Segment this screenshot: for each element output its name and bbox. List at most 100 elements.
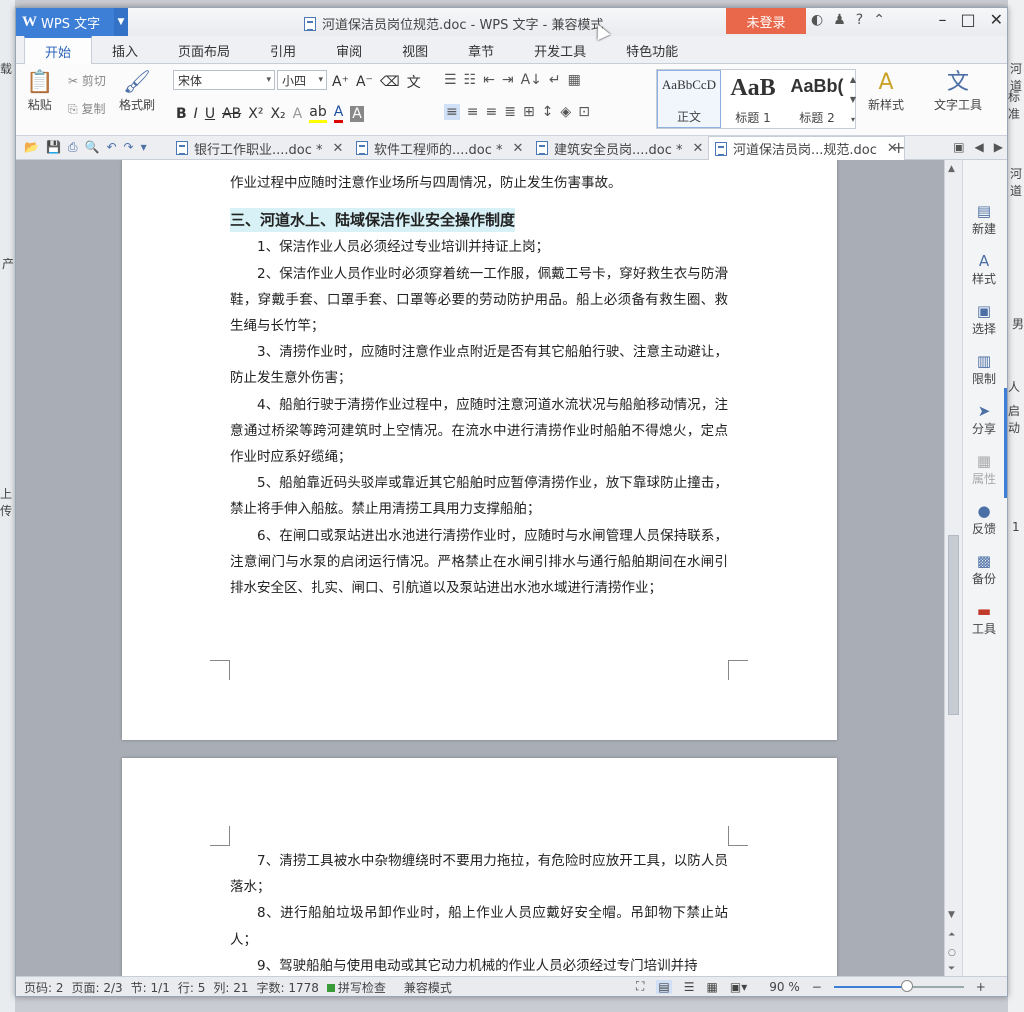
- next-page-icon[interactable]: ⏷: [948, 964, 955, 974]
- subscript-icon[interactable]: X₂: [270, 106, 285, 122]
- zoom-slider-handle[interactable]: [900, 979, 913, 992]
- panel-style-button[interactable]: A 样式: [963, 252, 1005, 287]
- chevron-up-icon[interactable]: ▲: [850, 75, 856, 84]
- copy-button[interactable]: ⎘ 复制: [68, 100, 105, 117]
- new-tab-icon[interactable]: +: [892, 138, 905, 157]
- collapse-ribbon-icon[interactable]: ⌃: [873, 12, 885, 28]
- close-icon[interactable]: ✕: [990, 10, 1003, 29]
- chevron-right-icon[interactable]: ▶: [994, 140, 1003, 154]
- paragraph[interactable]: 6、在闸口或泵站进出水池进行清捞作业时，应随时与水闸管理人员保持联系，注意闸门与…: [230, 523, 728, 602]
- scroll-up-icon[interactable]: ▲: [948, 164, 955, 174]
- shading-icon[interactable]: ◈: [560, 104, 571, 120]
- shrink-font-icon[interactable]: A⁻: [356, 74, 373, 90]
- login-button[interactable]: 未登录: [726, 8, 806, 34]
- zoom-slider[interactable]: [833, 979, 964, 992]
- clear-format-icon[interactable]: ⌫: [380, 74, 400, 90]
- table-icon[interactable]: ▦: [568, 72, 581, 88]
- panel-new-button[interactable]: ▤ 新建: [963, 202, 1005, 237]
- page-view-icon[interactable]: ▤: [656, 979, 672, 994]
- tab-insert[interactable]: 插入: [92, 36, 158, 64]
- bullets-icon[interactable]: ☰: [444, 72, 457, 88]
- paragraph[interactable]: 8、进行船舶垃圾吊卸作业时，船上作业人员应戴好安全帽。吊卸物下禁止站人；: [230, 900, 728, 952]
- paragraph[interactable]: 3、清捞作业时，应随时注意作业点附近是否有其它船舶行驶、注意主动避让，防止发生意…: [230, 339, 728, 391]
- tab-list-icon[interactable]: ▣: [953, 140, 964, 154]
- shirt-icon[interactable]: ♟: [833, 12, 846, 28]
- scroll-down-icon[interactable]: ▼: [948, 910, 955, 920]
- browse-object-icon[interactable]: ○: [948, 948, 956, 958]
- paragraph[interactable]: 1、保洁作业人员必须经过专业培训并持证上岗；: [230, 234, 728, 260]
- font-size-select[interactable]: 小四: [277, 70, 327, 90]
- style-heading-2[interactable]: AaBb( 标题 2: [785, 70, 849, 128]
- panel-tools-button[interactable]: ▬ 工具: [963, 602, 1005, 637]
- panel-feedback-button[interactable]: ● 反馈: [963, 502, 1005, 537]
- text-effect-icon[interactable]: A: [293, 106, 303, 122]
- skin-icon[interactable]: ◐: [811, 12, 823, 28]
- tab-page-layout[interactable]: 页面布局: [158, 36, 250, 64]
- superscript-icon[interactable]: X²: [248, 106, 263, 122]
- decrease-indent-icon[interactable]: ⇤: [483, 72, 495, 88]
- maximize-icon[interactable]: □: [960, 10, 975, 29]
- italic-icon[interactable]: I: [194, 106, 198, 122]
- doc-tab[interactable]: 建筑安全员岗....doc * ✕: [530, 136, 709, 160]
- strikethrough-icon[interactable]: AB: [222, 106, 241, 122]
- tab-developer[interactable]: 开发工具: [514, 36, 606, 64]
- grow-font-icon[interactable]: A⁺: [332, 74, 349, 90]
- font-name-select[interactable]: 宋体: [173, 70, 275, 90]
- increase-indent-icon[interactable]: ⇥: [502, 72, 514, 88]
- zoom-level[interactable]: 90 %: [769, 980, 800, 994]
- chevron-down-icon[interactable]: ▼: [850, 95, 856, 104]
- expand-icon[interactable]: ▾: [851, 115, 855, 124]
- sort-icon[interactable]: A↓: [521, 72, 542, 88]
- open-folder-icon[interactable]: 📂: [24, 140, 39, 155]
- underline-icon[interactable]: U: [205, 106, 215, 122]
- print-icon[interactable]: ⎙: [68, 140, 78, 155]
- tab-review[interactable]: 审阅: [316, 36, 382, 64]
- bold-icon[interactable]: B: [176, 106, 187, 122]
- doc-tab-active[interactable]: 河道保洁员岗...规范.doc ✕: [708, 136, 905, 160]
- borders-icon[interactable]: ⊡: [578, 104, 590, 120]
- highlight-icon[interactable]: ab: [309, 104, 327, 123]
- tab-section[interactable]: 章节: [448, 36, 514, 64]
- tab-references[interactable]: 引用: [250, 36, 316, 64]
- align-center-icon[interactable]: ≡: [467, 104, 479, 120]
- tab-home[interactable]: 开始: [24, 36, 93, 64]
- distribute-icon[interactable]: ⊞: [523, 104, 535, 120]
- spellcheck-toggle[interactable]: 拼写检查: [326, 979, 386, 996]
- paragraph[interactable]: 5、船舶靠近码头驳岸或靠近其它船舶时应暂停清捞作业，放下靠球防止撞击，禁止将手伸…: [230, 470, 728, 522]
- help-icon[interactable]: ?: [856, 12, 863, 28]
- style-gallery-scroll[interactable]: ▲ ▼ ▾: [848, 69, 858, 129]
- close-icon[interactable]: ✕: [693, 141, 704, 156]
- tab-view[interactable]: 视图: [382, 36, 448, 64]
- status-word-count[interactable]: 字数: 1778: [256, 979, 318, 996]
- chevron-down-icon[interactable]: ▼: [114, 8, 128, 36]
- tab-features[interactable]: 特色功能: [606, 36, 698, 64]
- line-spacing-icon[interactable]: ↕: [542, 104, 554, 120]
- panel-restrict-button[interactable]: ▥ 限制: [963, 352, 1005, 387]
- close-icon[interactable]: ✕: [333, 141, 344, 156]
- app-menu-button[interactable]: W WPS 文字 ▼: [16, 8, 128, 36]
- cut-button[interactable]: ✂ 剪切: [68, 72, 106, 89]
- section-heading[interactable]: 三、河道水上、陆域保洁作业安全操作制度: [230, 208, 516, 233]
- align-right-icon[interactable]: ≡: [485, 104, 497, 120]
- scrollbar-thumb[interactable]: [948, 535, 959, 715]
- web-view-icon[interactable]: ▦: [707, 980, 718, 994]
- style-normal[interactable]: AaBbCcD 正文: [657, 70, 721, 128]
- numbering-icon[interactable]: ☷: [464, 72, 477, 88]
- prev-page-icon[interactable]: ⏶: [948, 930, 955, 940]
- style-heading-1[interactable]: AaB 标题 1: [721, 70, 785, 128]
- document-area[interactable]: 作业过程中应随时注意作业场所与四周情况，防止发生伤害事故。 三、河道水上、陆域保…: [16, 160, 944, 976]
- redo-icon[interactable]: ↷: [124, 140, 134, 155]
- doc-tab[interactable]: 银行工作职业....doc * ✕: [170, 136, 349, 160]
- print-preview-icon[interactable]: 🔍: [85, 140, 100, 155]
- text-tools-button[interactable]: 文 文字工具: [934, 70, 982, 113]
- outline-view-icon[interactable]: ☰: [684, 980, 695, 994]
- vertical-scrollbar[interactable]: ▲ ▼ ⏶ ○ ⏷: [944, 160, 962, 976]
- paste-button[interactable]: 📋 粘贴: [26, 70, 53, 113]
- justify-icon[interactable]: ≣: [504, 104, 516, 120]
- char-shading-icon[interactable]: A: [350, 105, 364, 122]
- close-icon[interactable]: ✕: [513, 141, 524, 156]
- panel-share-button[interactable]: ➤ 分享: [963, 402, 1005, 437]
- fullscreen-view-icon[interactable]: ⛶: [636, 979, 644, 994]
- panel-select-button[interactable]: ▣ 选择: [963, 302, 1005, 337]
- panel-backup-button[interactable]: ▩ 备份: [963, 552, 1005, 587]
